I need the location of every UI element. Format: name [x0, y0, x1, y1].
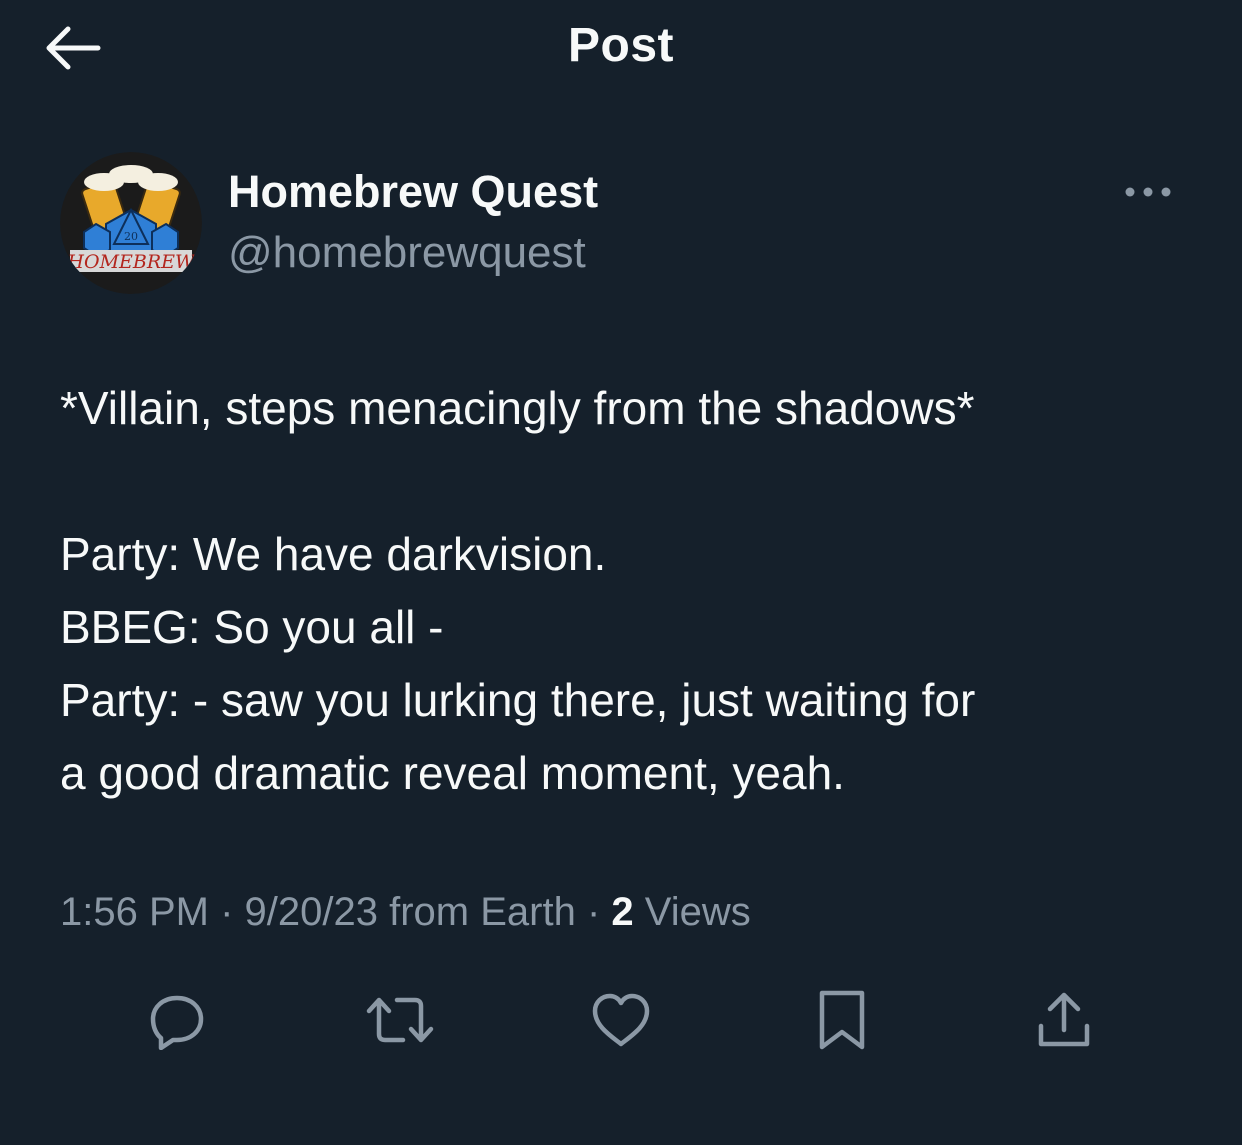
- repost-icon: [366, 997, 434, 1043]
- avatar[interactable]: 20 HOMEBREW: [60, 152, 202, 294]
- more-dots-icon: [1125, 187, 1171, 197]
- separator-dot: ·: [208, 890, 245, 934]
- post-text-line: *Villain, steps menacingly from the shad…: [60, 382, 975, 434]
- top-bar: Post: [0, 0, 1242, 100]
- author-display-name[interactable]: Homebrew Quest: [228, 166, 598, 218]
- svg-text:HOMEBREW: HOMEBREW: [66, 251, 196, 273]
- share-icon: [1038, 992, 1090, 1047]
- heart-icon: [592, 993, 650, 1047]
- post-text-line: BBEG: So you all -: [60, 601, 444, 653]
- post-text-blank-line: [60, 445, 1190, 518]
- views-count[interactable]: 2: [611, 890, 633, 934]
- post-time[interactable]: 1:56 PM: [60, 890, 209, 934]
- page-title: Post: [567, 19, 674, 72]
- post-date[interactable]: 9/20/23: [245, 890, 378, 934]
- svg-text:20: 20: [124, 230, 138, 243]
- bookmark-button[interactable]: [807, 985, 877, 1055]
- more-options-button[interactable]: [1118, 172, 1178, 212]
- post-text: *Villain, steps menacingly from the shad…: [60, 372, 1190, 810]
- like-button[interactable]: [586, 985, 656, 1055]
- post-text-line: Party: - saw you lurking there, just wai…: [60, 674, 976, 726]
- author-handle[interactable]: @homebrewquest: [228, 228, 586, 278]
- post-source: from Earth: [377, 890, 576, 934]
- share-button[interactable]: [1029, 985, 1099, 1055]
- views-label: Views: [633, 890, 751, 934]
- avatar-logo: 20 HOMEBREW: [60, 152, 202, 294]
- post-metadata: 1:56 PM · 9/20/23 from Earth · 2 Views: [60, 890, 751, 935]
- post-text-line: Party: We have darkvision.: [60, 528, 607, 580]
- action-bar: [0, 985, 1242, 1055]
- repost-button[interactable]: [365, 985, 435, 1055]
- separator-dot: ·: [575, 890, 612, 934]
- reply-icon: [150, 995, 204, 1050]
- bookmark-icon: [819, 990, 865, 1050]
- reply-button[interactable]: [142, 985, 212, 1055]
- post-author: 20 HOMEBREW Homebrew Quest @homebrewques…: [60, 152, 1200, 294]
- post-text-line: a good dramatic reveal moment, yeah.: [60, 747, 845, 799]
